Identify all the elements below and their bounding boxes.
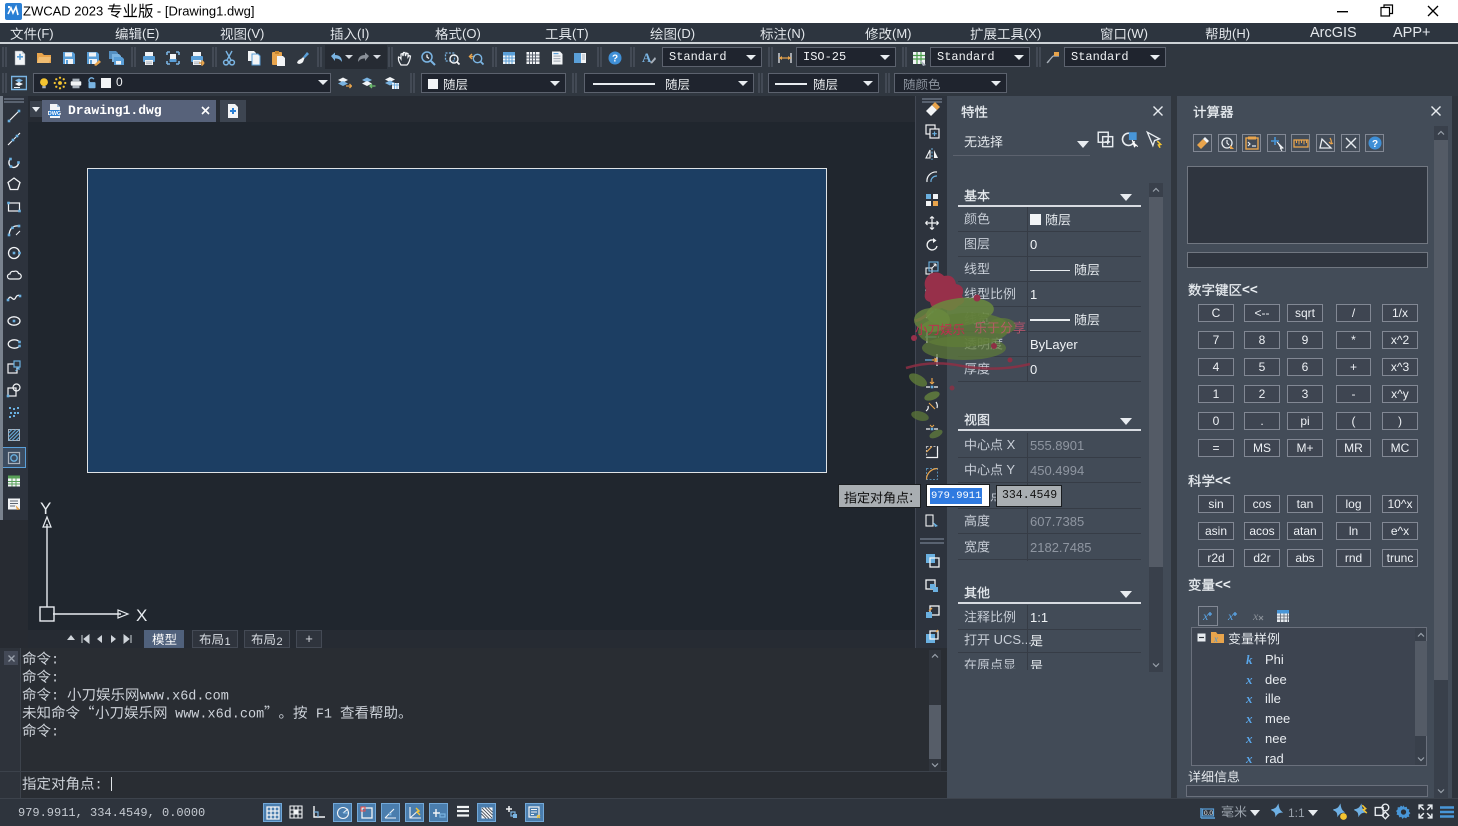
svg-text:x: x <box>1202 609 1209 623</box>
svg-text:?: ? <box>612 54 618 65</box>
svg-text:0.0: 0.0 <box>1204 810 1213 817</box>
svg-text:Y: Y <box>40 500 51 518</box>
svg-text:x: x <box>1227 609 1234 623</box>
svg-text:X: X <box>136 606 147 625</box>
svg-text:x: x <box>1252 609 1259 623</box>
svg-text:?: ? <box>1372 139 1378 150</box>
svg-text:DWG: DWG <box>48 111 61 117</box>
svg-text:x: x <box>1213 634 1218 644</box>
